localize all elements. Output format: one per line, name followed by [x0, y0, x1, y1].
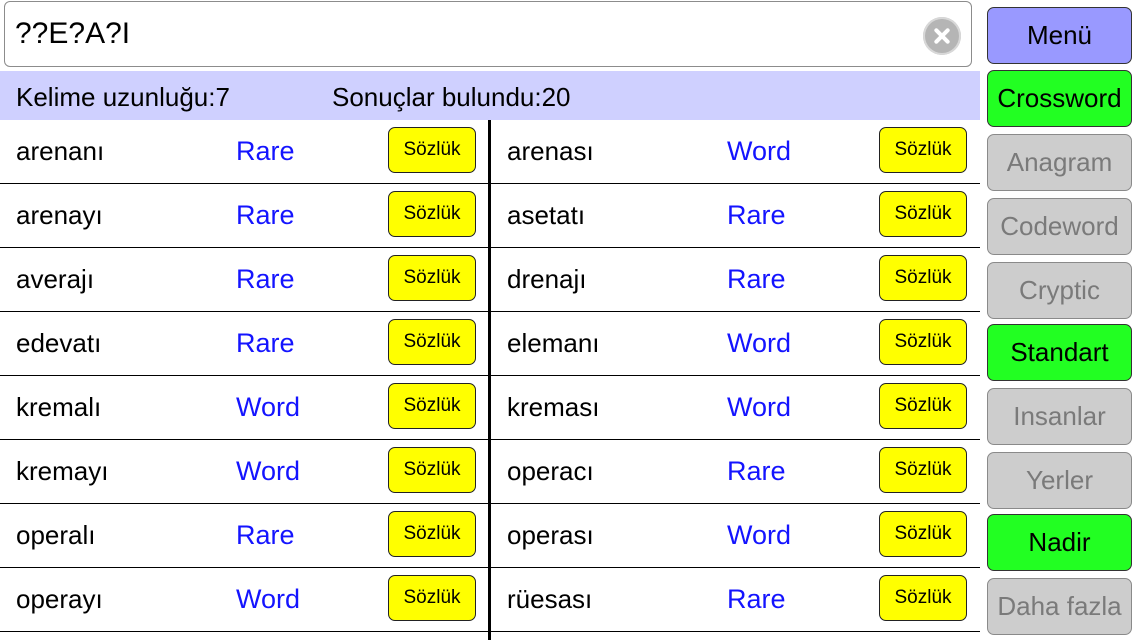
- result-row: operalı Rare Sözlük: [0, 504, 489, 568]
- result-word[interactable]: kremalı: [16, 392, 101, 423]
- result-word[interactable]: drenajı: [507, 264, 587, 295]
- dictionary-button[interactable]: Sözlük: [388, 255, 476, 301]
- result-type: Word: [236, 392, 301, 422]
- dictionary-button[interactable]: Sözlük: [879, 447, 967, 493]
- result-word[interactable]: operası: [507, 520, 594, 551]
- result-row: operası Word Sözlük: [491, 504, 980, 568]
- mode-button-standart[interactable]: Standart: [987, 324, 1132, 381]
- result-word[interactable]: operacı: [507, 456, 594, 487]
- dictionary-button[interactable]: Sözlük: [388, 511, 476, 557]
- mode-button-yerler[interactable]: Yerler: [987, 452, 1132, 509]
- dictionary-button[interactable]: Sözlük: [879, 127, 967, 173]
- result-word[interactable]: kremayı: [16, 456, 108, 487]
- result-row: arenası Word Sözlük: [491, 120, 980, 184]
- results-column-right: arenası Word Sözlük asetatı Rare Sözlük drenaj…: [491, 120, 981, 640]
- dictionary-button[interactable]: Sözlük: [388, 383, 476, 429]
- mode-button-insanlar[interactable]: Insanlar: [987, 388, 1132, 445]
- result-row: rüesası Rare Sözlük: [491, 568, 980, 632]
- dictionary-button[interactable]: Sözlük: [388, 447, 476, 493]
- info-bar: Kelime uzunluğu:7 Sonuçlar bulundu:20: [0, 71, 980, 120]
- results-column-left: arenanı Rare Sözlük arenayı Rare Sözlük averaj…: [0, 120, 490, 640]
- result-word[interactable]: rüesası: [507, 584, 592, 615]
- dictionary-button[interactable]: Sözlük: [388, 127, 476, 173]
- mode-button-crossword[interactable]: Crossword: [987, 70, 1132, 127]
- clear-search-icon[interactable]: [923, 17, 961, 55]
- dictionary-button[interactable]: Sözlük: [879, 319, 967, 365]
- result-type: Word: [727, 136, 792, 166]
- word-length-label: Kelime uzunluğu:7: [16, 82, 230, 112]
- result-row: edevatı Rare Sözlük: [0, 312, 489, 376]
- dictionary-button[interactable]: Sözlük: [388, 191, 476, 237]
- result-row: averajı Rare Sözlük: [0, 248, 489, 312]
- result-type: Rare: [236, 520, 295, 550]
- result-row: operayı Word Sözlük: [0, 568, 489, 632]
- result-word[interactable]: operalı: [16, 520, 96, 551]
- result-type: Rare: [727, 584, 786, 614]
- dictionary-button[interactable]: Sözlük: [879, 255, 967, 301]
- menu-button[interactable]: Menü: [987, 7, 1132, 64]
- result-row: elemanı Word Sözlük: [491, 312, 980, 376]
- result-word[interactable]: elemanı: [507, 328, 600, 359]
- result-row: kremalı Word Sözlük: [0, 376, 489, 440]
- results-count-label: Sonuçlar bulundu:20: [332, 82, 571, 112]
- result-type: Word: [727, 520, 792, 550]
- result-word[interactable]: operayı: [16, 584, 103, 615]
- dictionary-button[interactable]: Sözlük: [879, 383, 967, 429]
- result-type: Rare: [236, 200, 295, 230]
- result-type: Word: [727, 392, 792, 422]
- result-type: Rare: [727, 456, 786, 486]
- dictionary-button[interactable]: Sözlük: [879, 511, 967, 557]
- result-word[interactable]: edevatı: [16, 328, 101, 359]
- dictionary-button[interactable]: Sözlük: [879, 575, 967, 621]
- result-type: Word: [727, 328, 792, 358]
- result-type: Rare: [727, 264, 786, 294]
- result-word[interactable]: asetatı: [507, 200, 585, 231]
- result-word[interactable]: arenanı: [16, 136, 104, 167]
- result-word[interactable]: arenası: [507, 136, 594, 167]
- mode-button-nadir[interactable]: Nadir: [987, 514, 1132, 571]
- dictionary-button[interactable]: Sözlük: [879, 191, 967, 237]
- result-row: arenanı Rare Sözlük: [0, 120, 489, 184]
- dictionary-button[interactable]: Sözlük: [388, 575, 476, 621]
- search-box: [4, 1, 972, 67]
- result-row: kreması Word Sözlük: [491, 376, 980, 440]
- mode-button-daha-fazla[interactable]: Daha fazla: [987, 578, 1132, 635]
- result-type: Word: [236, 456, 301, 486]
- mode-button-anagram[interactable]: Anagram: [987, 134, 1132, 191]
- search-input[interactable]: [15, 2, 895, 66]
- mode-button-cryptic[interactable]: Cryptic: [987, 262, 1132, 319]
- mode-button-codeword[interactable]: Codeword: [987, 198, 1132, 255]
- result-row: operacı Rare Sözlük: [491, 440, 980, 504]
- dictionary-button[interactable]: Sözlük: [388, 319, 476, 365]
- result-row: arenayı Rare Sözlük: [0, 184, 489, 248]
- result-row: kremayı Word Sözlük: [0, 440, 489, 504]
- result-row: asetatı Rare Sözlük: [491, 184, 980, 248]
- result-word[interactable]: kreması: [507, 392, 599, 423]
- result-type: Rare: [236, 136, 295, 166]
- result-word[interactable]: arenayı: [16, 200, 103, 231]
- result-type: Rare: [236, 264, 295, 294]
- results-grid: arenanı Rare Sözlük arenayı Rare Sözlük averaj…: [0, 120, 980, 640]
- result-type: Word: [236, 584, 301, 614]
- result-type: Rare: [727, 200, 786, 230]
- result-type: Rare: [236, 328, 295, 358]
- result-row: drenajı Rare Sözlük: [491, 248, 980, 312]
- result-word[interactable]: averajı: [16, 264, 94, 295]
